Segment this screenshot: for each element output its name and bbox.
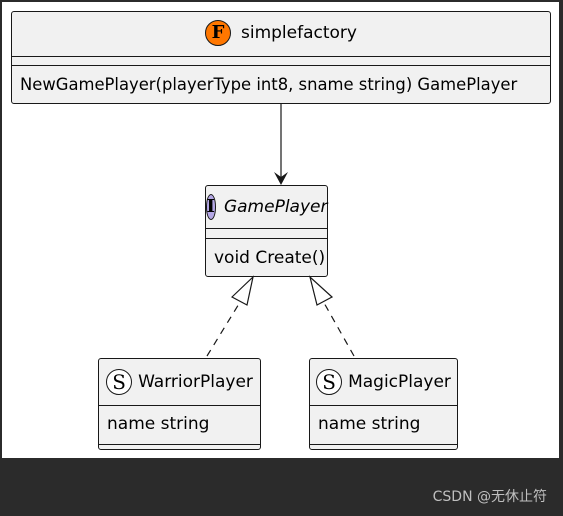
realization-edge-magic — [318, 293, 355, 357]
watermark: CSDN @无休止符 — [432, 489, 547, 505]
realization-edge-warrior — [206, 293, 246, 357]
realization-arrowhead-warrior — [230, 275, 254, 306]
diagram-canvas: F simplefactory NewGamePlayer(playerType… — [2, 2, 559, 458]
diagram-edges — [206, 104, 355, 357]
realization-arrowhead-magic — [308, 275, 334, 306]
